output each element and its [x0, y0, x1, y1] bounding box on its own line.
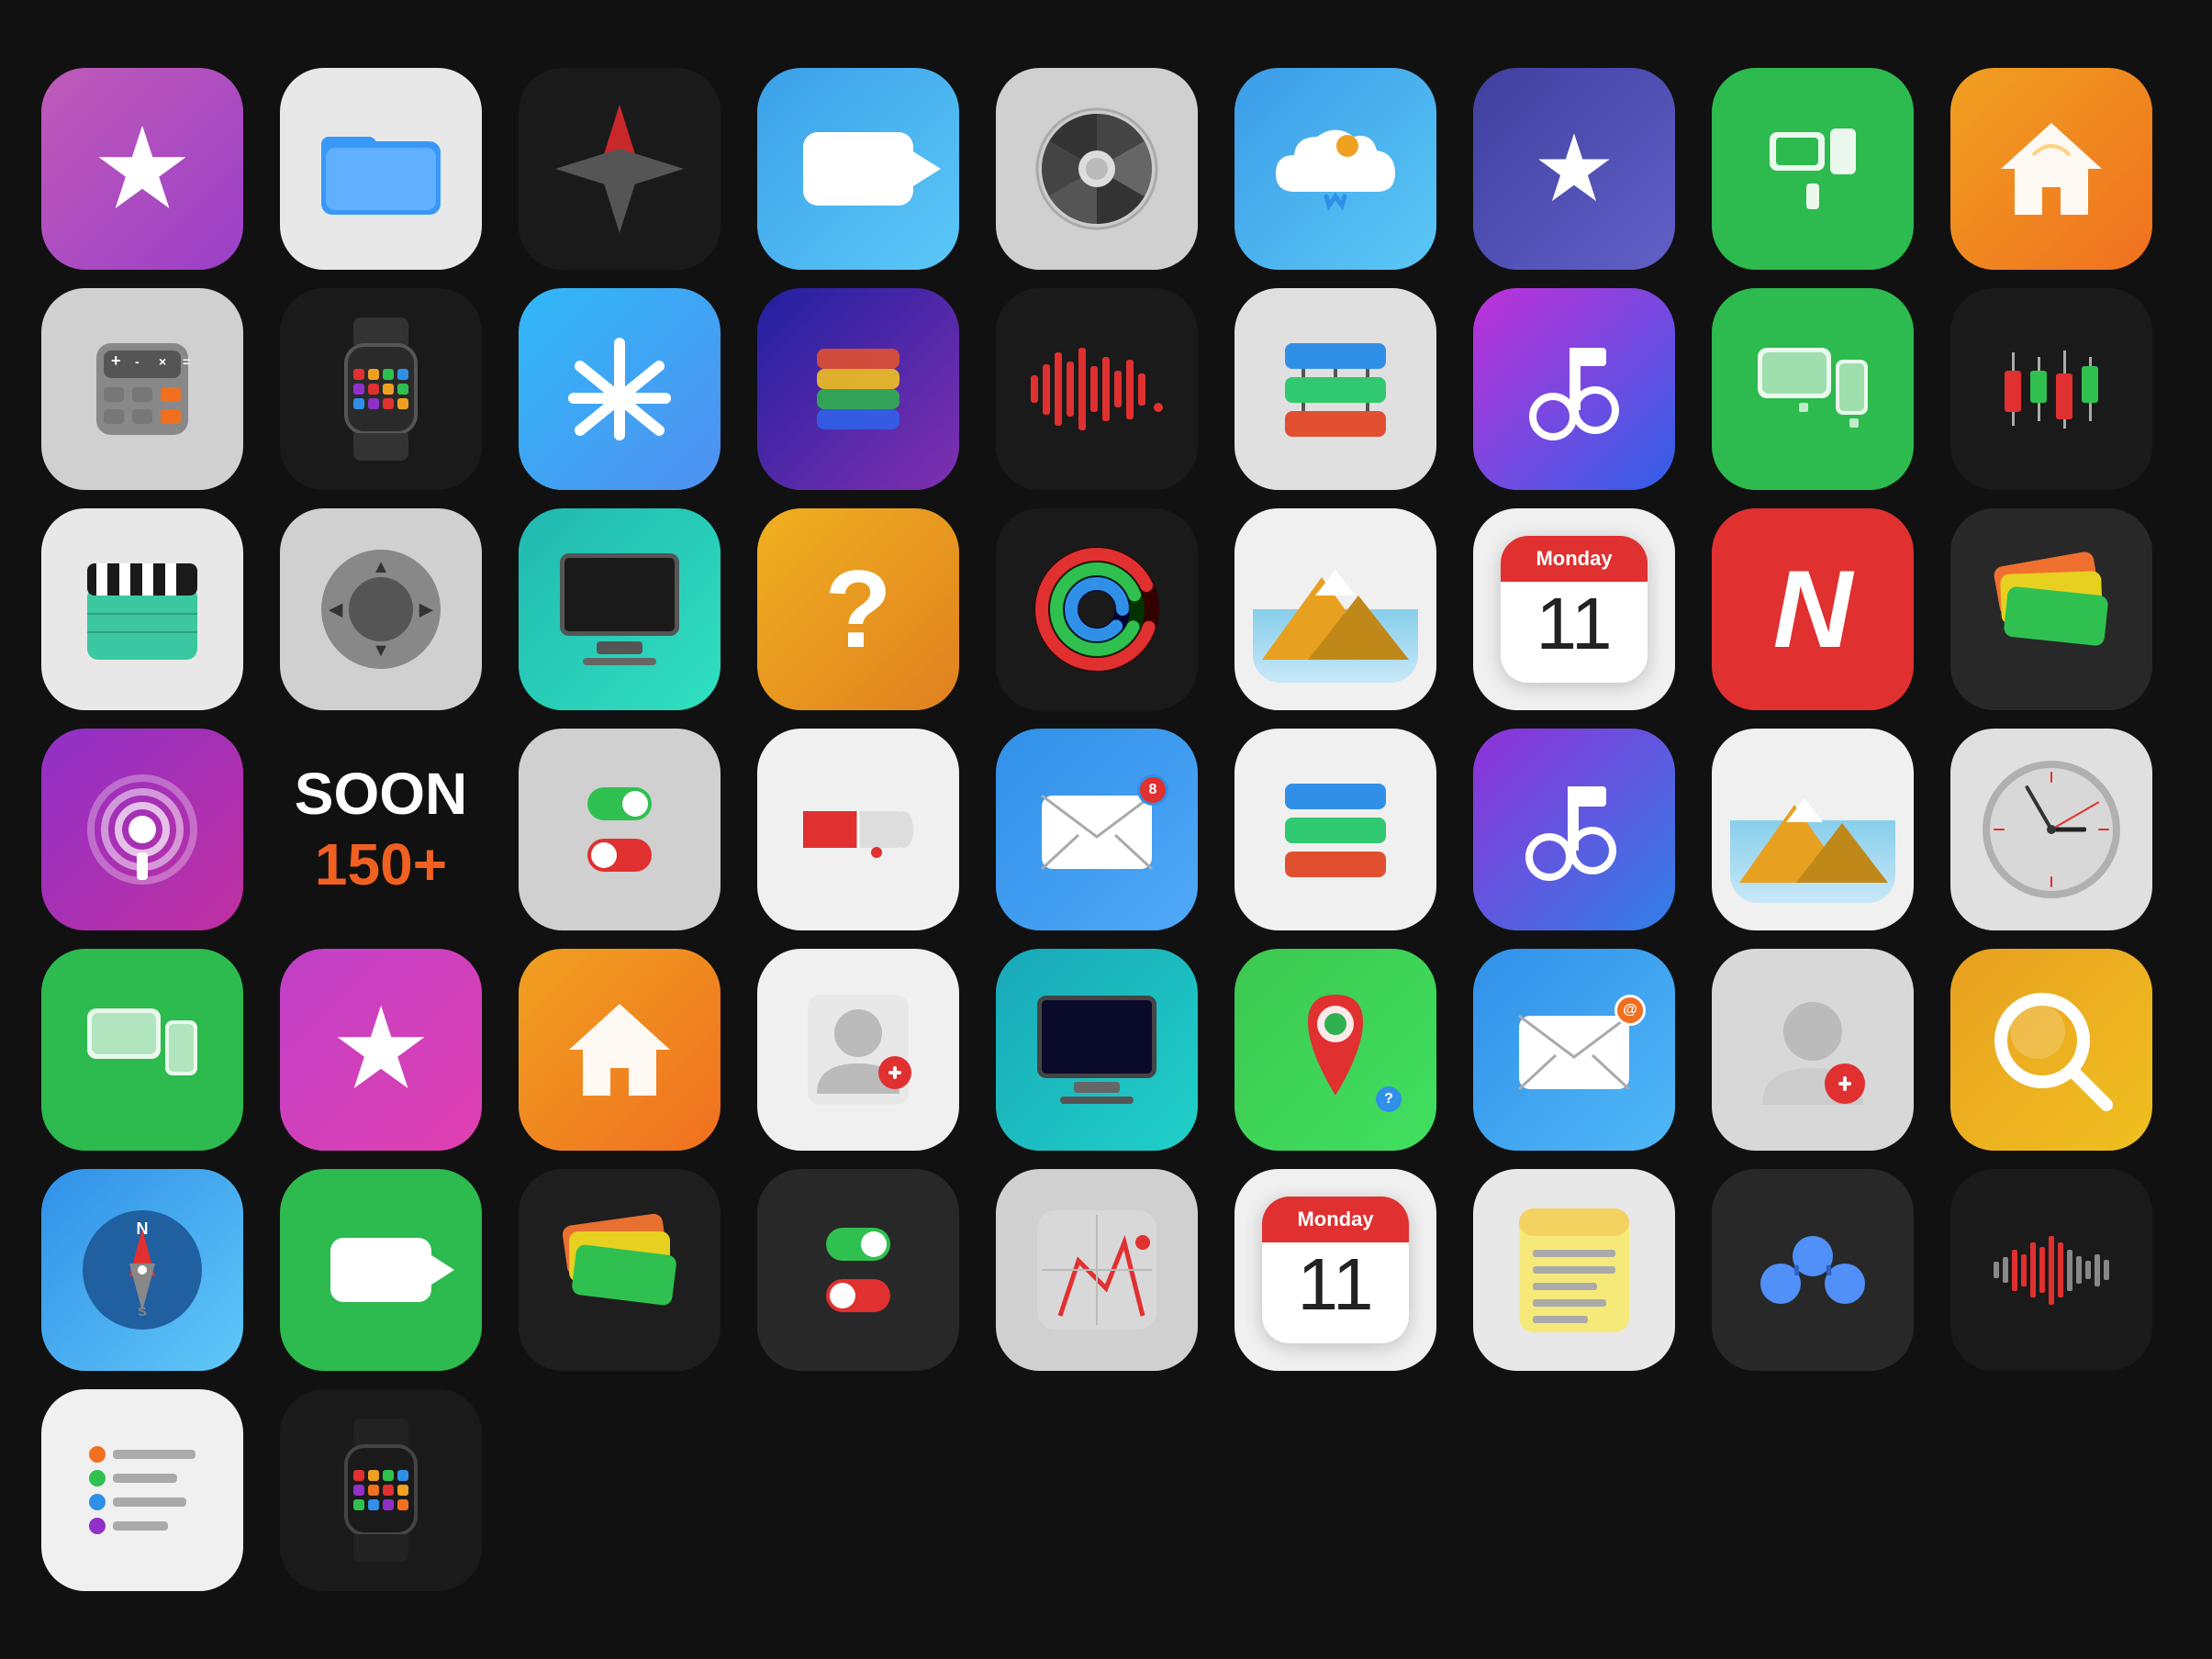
maps2-icon[interactable]: [996, 1169, 1198, 1371]
facetime-icon[interactable]: [757, 68, 959, 270]
stockcandle-icon[interactable]: [1950, 288, 2152, 490]
svg-text:×: ×: [159, 354, 166, 369]
podcasts-icon[interactable]: [41, 729, 243, 930]
airmail2-icon[interactable]: @: [1473, 949, 1675, 1151]
cloudmeo-icon[interactable]: [1234, 68, 1436, 270]
peakfinder-icon[interactable]: [1234, 508, 1436, 710]
soon-icon: SOON 150+: [280, 729, 482, 930]
macconsole-icon[interactable]: [519, 508, 721, 710]
shareplay-icon[interactable]: [1712, 1169, 1914, 1371]
musicapp-icon[interactable]: [1473, 288, 1675, 490]
appstore-icon[interactable]: [519, 288, 721, 490]
news-icon[interactable]: N: [1712, 508, 1914, 710]
calculator-icon[interactable]: + - × =: [41, 288, 243, 490]
aperture-icon[interactable]: [996, 68, 1198, 270]
calendar-icon[interactable]: Monday 11: [1473, 508, 1675, 710]
macconsole2-icon[interactable]: [996, 949, 1198, 1151]
contacts-icon[interactable]: [757, 949, 959, 1151]
waveform-icon[interactable]: [996, 288, 1198, 490]
dbvisual-icon[interactable]: [1234, 288, 1436, 490]
help-icon[interactable]: ?: [757, 508, 959, 710]
clock-icon[interactable]: [1950, 729, 2152, 930]
musicapp2-icon[interactable]: [1473, 729, 1675, 930]
screensizes3-icon[interactable]: [41, 949, 243, 1151]
files-icon[interactable]: [280, 68, 482, 270]
watchapp2-icon[interactable]: [280, 1389, 482, 1591]
calendar2-day-name: Monday: [1262, 1197, 1409, 1242]
layers-icon[interactable]: [757, 288, 959, 490]
contacts2-icon[interactable]: [1712, 949, 1914, 1151]
soon-count: 150+: [295, 830, 467, 900]
notes-icon[interactable]: [1473, 1169, 1675, 1371]
toggles2-icon[interactable]: [757, 1169, 959, 1371]
svg-text:=: =: [183, 354, 190, 369]
toggles-icon[interactable]: [519, 729, 721, 930]
icon-grid: ★: [5, 31, 2207, 1628]
home-icon[interactable]: [1950, 68, 2152, 270]
peakfinder2-icon[interactable]: [1712, 729, 1914, 930]
tickets2-icon[interactable]: [519, 1169, 721, 1371]
safari-icon[interactable]: N S: [41, 1169, 243, 1371]
imovie-icon[interactable]: ★: [1473, 68, 1675, 270]
svg-text:+: +: [111, 351, 121, 370]
screensizes2-icon[interactable]: [1712, 288, 1914, 490]
svg-text:-: -: [135, 354, 140, 369]
ipodclick-icon[interactable]: ▲ ▼ ◀ ▶: [280, 508, 482, 710]
calendar2-day-number: 11: [1262, 1242, 1409, 1327]
waveform2-icon[interactable]: [1950, 1169, 2152, 1371]
dbvisual2-icon[interactable]: [1234, 729, 1436, 930]
watchapp-icon[interactable]: [280, 288, 482, 490]
reminders-icon[interactable]: [41, 1389, 243, 1591]
home2-icon[interactable]: [519, 949, 721, 1151]
activity-icon[interactable]: [996, 508, 1198, 710]
soon-label: SOON: [295, 759, 467, 830]
screensizes-icon[interactable]: [1712, 68, 1914, 270]
airmail-icon[interactable]: 8: [996, 729, 1198, 930]
itunes-icon[interactable]: ★: [41, 68, 243, 270]
calendar-day-name: Monday: [1501, 536, 1648, 582]
tickets-icon[interactable]: [1950, 508, 2152, 710]
maps-icon[interactable]: ?: [1234, 949, 1436, 1151]
spotlight-icon[interactable]: [1950, 949, 2152, 1151]
pill-icon[interactable]: [757, 729, 959, 930]
itunes2-icon[interactable]: ★: [280, 949, 482, 1151]
facetime2-icon[interactable]: [280, 1169, 482, 1371]
clapper-icon[interactable]: [41, 508, 243, 710]
calendar2-icon[interactable]: Monday 11: [1234, 1169, 1436, 1371]
calendar-day-number: 11: [1501, 582, 1648, 666]
compass-icon[interactable]: [519, 68, 721, 270]
